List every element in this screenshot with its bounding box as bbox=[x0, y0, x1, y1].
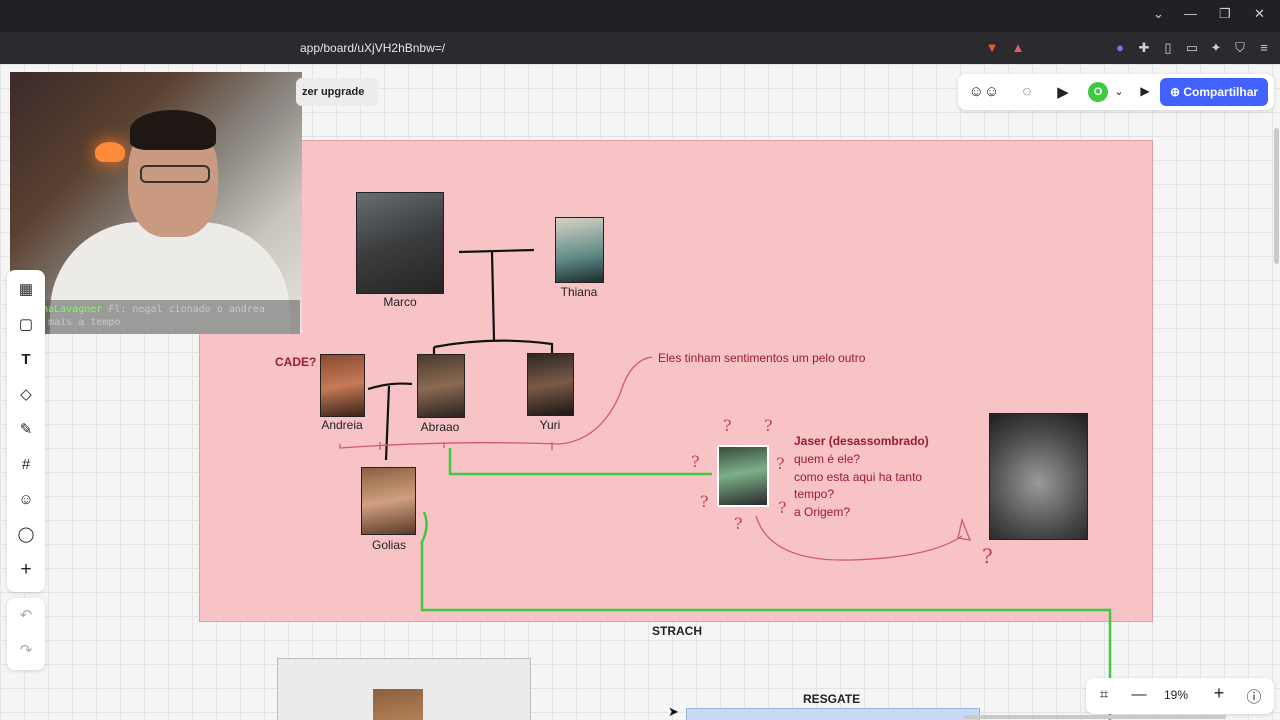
user-avatar[interactable]: O bbox=[1088, 82, 1108, 102]
jaser-note-line: como esta aqui ha tanto bbox=[794, 469, 923, 484]
jaser-notes[interactable]: quem é ele? como esta aqui ha tanto temp… bbox=[794, 451, 922, 521]
undo-icon[interactable]: ↶ bbox=[15, 605, 37, 627]
hair-shape bbox=[130, 110, 216, 150]
pen-icon[interactable]: ✎ bbox=[15, 419, 37, 441]
redo-icon[interactable]: ↷ bbox=[15, 640, 37, 662]
stream-chat-line: MarinaLavagner Fl: negal cionado o andre… bbox=[12, 300, 300, 334]
present-icon[interactable]: ▶ bbox=[1134, 84, 1156, 98]
jaser-note-line: tempo? bbox=[794, 487, 835, 501]
question-mark-drawing: ? bbox=[723, 416, 732, 435]
portrait-jaser[interactable] bbox=[717, 445, 769, 507]
grey-frame[interactable] bbox=[277, 658, 531, 720]
restore-icon[interactable]: ❐ bbox=[1219, 6, 1231, 22]
question-mark-drawing: ? bbox=[776, 454, 785, 473]
url-field[interactable]: app/board/uXjVH2hBnbw=/ bbox=[300, 41, 445, 55]
jaser-note-line: a Origem? bbox=[794, 504, 851, 519]
label-golias: Golias bbox=[371, 538, 406, 552]
glasses-shape bbox=[140, 165, 210, 183]
label-andreia: Andreia bbox=[321, 418, 363, 432]
horizontal-scrollbar[interactable] bbox=[964, 715, 1226, 719]
question-mark-drawing: ? bbox=[700, 492, 709, 511]
extension-drop-icon[interactable]: ● bbox=[1112, 40, 1128, 56]
question-mark-drawing: ? bbox=[691, 452, 700, 471]
undo-redo-box: ↶ ↷ bbox=[7, 598, 45, 670]
label-marco: Marco bbox=[383, 295, 417, 309]
chevron-down-icon[interactable]: ⌄ bbox=[1108, 85, 1130, 98]
mouse-cursor-icon: ➤ bbox=[668, 704, 679, 719]
zoom-in-icon[interactable]: + bbox=[1208, 683, 1230, 704]
text-icon[interactable]: T bbox=[15, 349, 37, 371]
section-strach-label: STRACH bbox=[652, 624, 702, 638]
fit-to-screen-icon[interactable]: ⌗ bbox=[1093, 686, 1115, 703]
label-yuri: Yuri bbox=[539, 418, 561, 432]
question-mark-drawing: ? bbox=[764, 416, 773, 435]
cade-note[interactable]: CADE? bbox=[275, 355, 316, 369]
portrait-thiana[interactable] bbox=[555, 217, 604, 283]
feelings-note[interactable]: Eles tinham sentimentos um pelo outro bbox=[658, 351, 865, 365]
reactions-icon[interactable]: ☺☺ bbox=[968, 83, 1000, 100]
emoji-icon[interactable]: ☺ bbox=[15, 489, 37, 511]
lamp-shape bbox=[95, 142, 125, 162]
menu-icon[interactable]: ≡ bbox=[1256, 40, 1272, 56]
top-toolbar: ☺☺ ◌ ▶ O ⌄ ▶ ⊕ Compartilhar bbox=[958, 74, 1274, 110]
vpn-icon[interactable]: ⛉ bbox=[1232, 40, 1248, 56]
portrait-yuri[interactable] bbox=[527, 353, 574, 416]
tab-list-icon[interactable]: ⌄ bbox=[1153, 6, 1164, 22]
resgate-frame[interactable] bbox=[686, 708, 980, 720]
vertical-scrollbar[interactable] bbox=[1274, 128, 1279, 264]
sidebar-icon[interactable]: ▯ bbox=[1160, 40, 1176, 56]
brave-rewards-icon[interactable]: ▲ bbox=[1010, 40, 1026, 56]
left-toolbar: ▦ ▢ T ◇ ✎ # ☺ ◯ + bbox=[7, 270, 45, 592]
wallet-icon[interactable]: ▭ bbox=[1184, 40, 1200, 56]
section-resgate-label: RESGATE bbox=[803, 692, 861, 706]
jaser-note-line: quem é ele? bbox=[794, 452, 861, 466]
help-icon[interactable]: ⓘ bbox=[1243, 686, 1265, 707]
frame-icon[interactable]: # bbox=[15, 454, 37, 476]
video-call-icon[interactable]: ▶ bbox=[1052, 83, 1074, 101]
shapes-icon[interactable]: ◇ bbox=[15, 384, 37, 406]
zoom-controls: ⌗ — 19% + ⓘ bbox=[1086, 678, 1274, 714]
whiteboard-canvas[interactable]: Marco Thiana Andreia Abraao Yuri Golias … bbox=[0, 64, 1280, 720]
dark-creature-image[interactable] bbox=[989, 413, 1088, 540]
jaser-title[interactable]: Jaser (desassombrado) bbox=[794, 434, 929, 448]
portrait-abraao[interactable] bbox=[417, 354, 465, 418]
zoom-out-icon[interactable]: — bbox=[1128, 686, 1150, 703]
chat-icon[interactable]: ◌ bbox=[1016, 83, 1038, 100]
portrait-lower[interactable] bbox=[373, 689, 423, 720]
minimize-icon[interactable]: — bbox=[1184, 6, 1197, 21]
templates-icon[interactable]: ▦ bbox=[15, 279, 37, 301]
portrait-marco[interactable] bbox=[356, 192, 444, 294]
portrait-golias[interactable] bbox=[361, 467, 416, 535]
label-abraao: Abraao bbox=[420, 420, 460, 434]
close-icon[interactable]: ✕ bbox=[1254, 6, 1265, 22]
webcam-overlay bbox=[10, 72, 302, 334]
globe-icon: ⊕ bbox=[1170, 85, 1184, 99]
share-label: Compartilhar bbox=[1183, 85, 1259, 99]
add-icon[interactable]: + bbox=[15, 559, 37, 581]
brave-shield-icon[interactable]: ▼ bbox=[984, 40, 1000, 56]
browser-titlebar: ⌄ — ❐ ✕ bbox=[0, 0, 1280, 32]
sticky-note-icon[interactable]: ▢ bbox=[15, 314, 37, 336]
question-mark-drawing: ? bbox=[778, 498, 787, 517]
label-thiana: Thiana bbox=[560, 285, 598, 299]
leo-ai-icon[interactable]: ✦ bbox=[1208, 40, 1224, 56]
portrait-andreia[interactable] bbox=[320, 354, 365, 417]
extensions-icon[interactable]: ✚ bbox=[1136, 40, 1152, 56]
comment-icon[interactable]: ◯ bbox=[15, 524, 37, 546]
share-button[interactable]: ⊕ Compartilhar bbox=[1160, 78, 1268, 106]
question-mark-drawing: ? bbox=[982, 544, 993, 568]
address-bar: app/board/uXjVH2hBnbw=/ ▼ ▲ ● ✚ ▯ ▭ ✦ ⛉ … bbox=[0, 32, 1280, 64]
zoom-level[interactable]: 19% bbox=[1164, 688, 1188, 702]
question-mark-drawing: ? bbox=[734, 514, 743, 533]
upgrade-button[interactable]: zer upgrade bbox=[296, 78, 379, 106]
